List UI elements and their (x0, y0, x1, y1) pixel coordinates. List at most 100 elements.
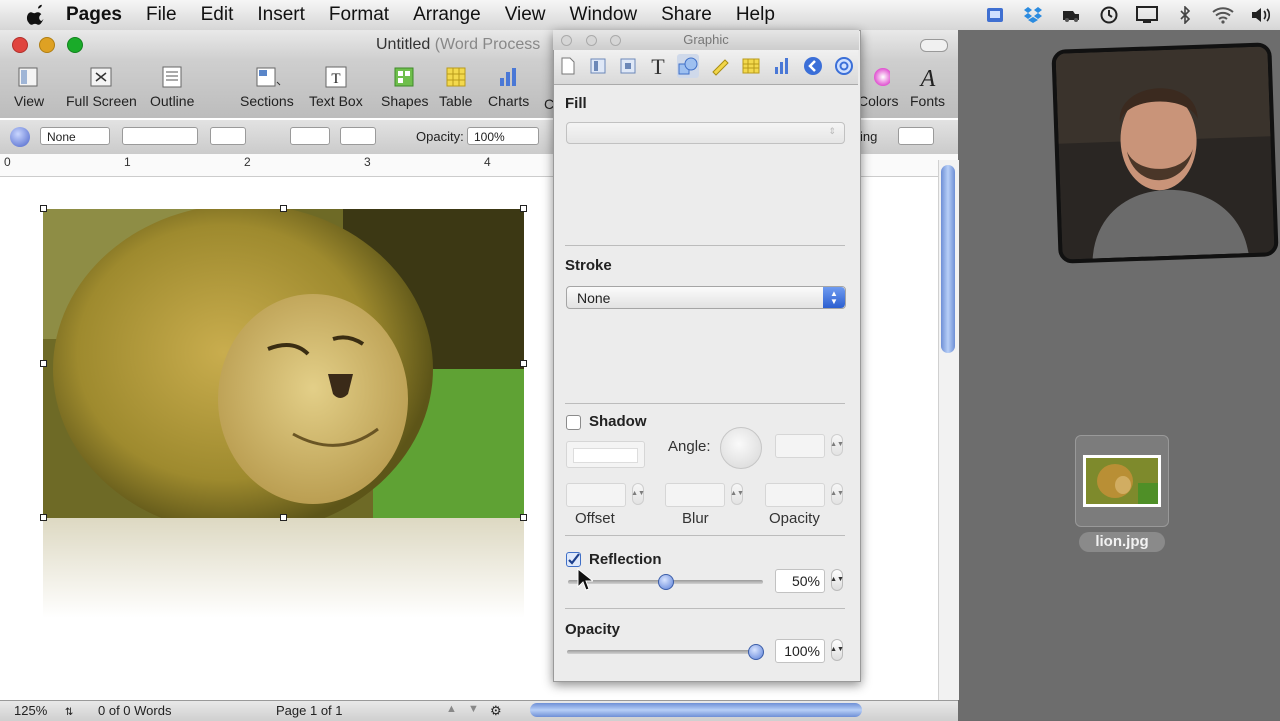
chart-tab-icon[interactable] (771, 54, 793, 78)
opacity-slider-knob[interactable] (748, 644, 764, 660)
zoom-select[interactable]: 125% ⇅ (14, 703, 73, 718)
svg-text:T: T (651, 56, 665, 76)
opacity-select[interactable]: 100% (467, 127, 539, 145)
sections-label: Sections (240, 93, 294, 109)
opacity-percent-field[interactable]: 100% (775, 639, 825, 663)
frame-button[interactable] (340, 127, 376, 145)
full-screen-button[interactable]: Full Screen (66, 64, 137, 109)
color-well[interactable] (210, 127, 246, 145)
resize-handle-bottom[interactable] (280, 514, 287, 521)
layout-tab-icon[interactable] (587, 54, 609, 78)
inspector-zoom-button[interactable] (610, 35, 621, 46)
metrics-tab-icon[interactable] (709, 54, 731, 78)
history-icon[interactable] (1096, 4, 1122, 26)
resize-handle-right[interactable] (520, 360, 527, 367)
fonts-button[interactable]: A Fonts (910, 64, 945, 109)
wrap-button[interactable] (898, 127, 934, 145)
shadow-color-well[interactable] (566, 441, 645, 468)
reflection-stepper[interactable]: ▲▼ (830, 569, 844, 591)
offset-label: Offset (575, 510, 615, 527)
resize-handle-bottom-right[interactable] (520, 514, 527, 521)
graphic-tab-icon[interactable] (677, 54, 699, 78)
time-machine-icon[interactable] (1058, 4, 1084, 26)
menu-arrange[interactable]: Arrange (413, 4, 481, 26)
shadow-opacity-field[interactable] (765, 483, 825, 507)
blur-stepper[interactable]: ▲▼ (730, 483, 744, 505)
gear-icon[interactable]: ⚙ (490, 703, 502, 719)
checkmark-icon (568, 553, 580, 565)
menu-help[interactable]: Help (736, 4, 775, 26)
offset-stepper[interactable]: ▲▼ (631, 483, 645, 505)
display-icon[interactable] (1134, 4, 1160, 26)
wrap-tab-icon[interactable] (617, 54, 639, 78)
view-button[interactable]: View (14, 64, 44, 109)
menu-edit[interactable]: Edit (201, 4, 234, 26)
shapes-button[interactable]: Shapes (381, 64, 428, 109)
screen-sharing-icon[interactable] (982, 4, 1008, 26)
charts-button[interactable]: Charts (488, 64, 529, 109)
vertical-scroll-thumb[interactable] (941, 165, 955, 353)
ruler-label-3: 3 (364, 155, 371, 169)
page-up-icon[interactable]: ▲ (446, 703, 457, 715)
inspector-close-button[interactable] (561, 35, 572, 46)
menu-share[interactable]: Share (661, 4, 712, 26)
shadow-checkbox[interactable] (566, 415, 581, 430)
table-tab-icon[interactable] (740, 54, 762, 78)
lion-file-icon[interactable] (1075, 435, 1169, 527)
dropbox-icon[interactable] (1020, 4, 1046, 26)
resize-handle-bottom-left[interactable] (40, 514, 47, 521)
shadow-opacity-stepper[interactable]: ▲▼ (830, 483, 844, 505)
stroke-select[interactable]: None ▲ ▼ (566, 286, 846, 309)
menu-file[interactable]: File (146, 4, 177, 26)
link-tab-icon[interactable] (802, 54, 824, 78)
outline-button[interactable]: Outline (150, 64, 194, 109)
format-style-icon[interactable] (10, 127, 30, 147)
document-tab-icon[interactable] (557, 54, 579, 78)
colors-button[interactable]: Colors (858, 64, 898, 109)
opacity-stepper[interactable]: ▲▼ (830, 639, 844, 661)
reflection-slider-knob[interactable] (657, 574, 674, 590)
bluetooth-icon[interactable] (1172, 4, 1198, 26)
lion-image[interactable] (43, 209, 524, 518)
ruler-label-4: 4 (484, 155, 491, 169)
minimize-button[interactable] (39, 37, 55, 53)
fill-select[interactable]: ⇕ (566, 122, 845, 144)
volume-icon[interactable] (1248, 4, 1274, 26)
reflection-checkbox[interactable] (566, 552, 581, 567)
wifi-icon[interactable] (1210, 4, 1236, 26)
offset-field[interactable] (566, 483, 626, 507)
table-button[interactable]: Table (439, 64, 472, 109)
close-button[interactable] (12, 37, 28, 53)
adjust-button[interactable] (290, 127, 330, 145)
charts-label: Charts (488, 93, 530, 109)
line-select[interactable] (122, 127, 198, 145)
menu-format[interactable]: Format (329, 4, 389, 26)
horizontal-scroll-thumb[interactable] (530, 703, 862, 717)
opacity-slider[interactable] (567, 650, 762, 654)
divider (565, 245, 845, 246)
menu-app-pages[interactable]: Pages (66, 4, 122, 26)
style-select[interactable]: None (40, 127, 110, 145)
quicktime-tab-icon[interactable] (833, 54, 855, 78)
text-box-button[interactable]: T Text Box (309, 64, 363, 109)
reflection-percent-field[interactable]: 50% (775, 569, 825, 593)
text-tab-icon[interactable]: T (647, 54, 669, 78)
resize-handle-left[interactable] (40, 360, 47, 367)
angle-field[interactable] (775, 434, 825, 458)
blur-field[interactable] (665, 483, 725, 507)
menu-insert[interactable]: Insert (257, 4, 305, 26)
resize-handle-top[interactable] (280, 205, 287, 212)
inspector-minimize-button[interactable] (586, 35, 597, 46)
sections-button[interactable]: Sections (240, 64, 294, 109)
resize-handle-top-left[interactable] (40, 205, 47, 212)
menu-view[interactable]: View (505, 4, 546, 26)
angle-stepper[interactable]: ▲▼ (830, 434, 844, 456)
angle-wheel[interactable] (720, 427, 762, 469)
page-down-icon[interactable]: ▼ (468, 703, 479, 715)
file-label[interactable]: lion.jpg (1079, 532, 1165, 552)
menu-window[interactable]: Window (570, 4, 638, 26)
apple-icon[interactable] (26, 4, 48, 26)
zoom-button[interactable] (67, 37, 83, 53)
resize-handle-top-right[interactable] (520, 205, 527, 212)
toolbar-toggle-button[interactable] (920, 39, 948, 52)
